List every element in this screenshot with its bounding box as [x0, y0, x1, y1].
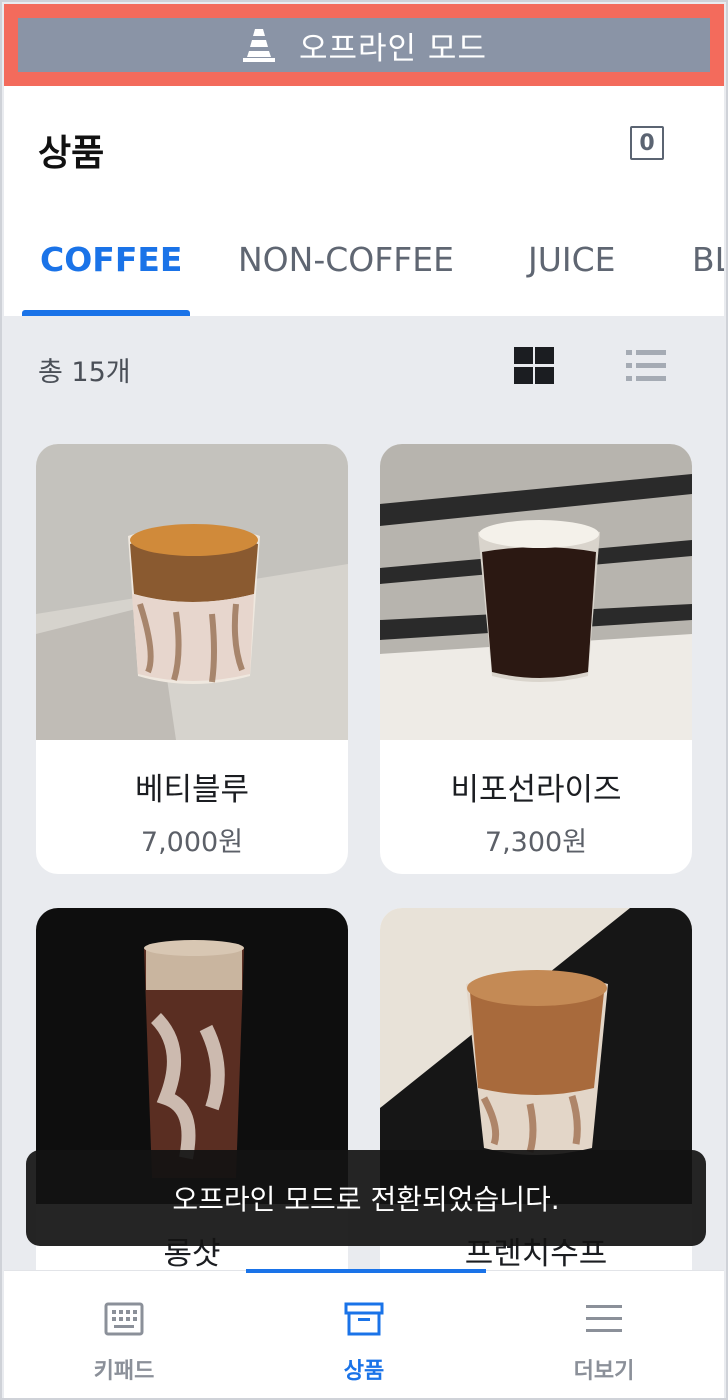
tab-non-coffee[interactable]: NON-COFFEE	[238, 240, 454, 279]
nav-label-keypad: 키패드	[93, 1359, 155, 1384]
menu-icon	[586, 1305, 622, 1332]
tab-coffee[interactable]: COFFEE	[40, 240, 182, 279]
list-view-icon[interactable]	[626, 348, 666, 384]
nav-label-more: 더보기	[573, 1359, 635, 1384]
tab-bl[interactable]: BL	[692, 240, 724, 279]
bottom-nav: 키패드 상품 더보기	[4, 1269, 724, 1398]
grid-view-icon[interactable]	[512, 346, 556, 386]
page-header: 상품 0	[4, 86, 724, 206]
offline-mode-bar[interactable]: 오프라인 모드	[18, 18, 710, 72]
product-price: 7,000원	[140, 827, 244, 858]
nav-item-more[interactable]: 더보기	[484, 1271, 724, 1398]
cart-count: 0	[639, 130, 655, 156]
nav-item-products[interactable]: 상품	[244, 1271, 484, 1398]
page-title: 상품	[38, 133, 105, 174]
product-price: 7,300원	[484, 827, 588, 858]
traffic-cone-icon	[243, 29, 275, 62]
cart-count-badge[interactable]: 0	[630, 126, 664, 160]
tab-juice[interactable]: JUICE	[528, 240, 616, 279]
active-tab-indicator	[22, 310, 190, 316]
product-image	[380, 444, 692, 740]
archive-box-icon	[344, 1302, 384, 1336]
nav-label-products: 상품	[343, 1359, 385, 1384]
product-name: 베티블루	[134, 772, 250, 808]
product-count: 총 15개	[38, 357, 131, 388]
nav-item-keypad[interactable]: 키패드	[4, 1271, 244, 1398]
product-card[interactable]: 비포선라이즈 7,300원	[380, 444, 692, 874]
product-card[interactable]: 베티블루 7,000원	[36, 444, 348, 874]
app-frame: 오프라인 모드 상품 0 COFFEE NON-COFFEE JUICE BL …	[0, 0, 728, 1400]
product-name: 비포선라이즈	[450, 772, 622, 808]
toast-message: 오프라인 모드로 전환되었습니다.	[26, 1150, 706, 1246]
keypad-icon	[104, 1302, 144, 1336]
category-tabs: COFFEE NON-COFFEE JUICE BL	[4, 206, 724, 316]
offline-banner: 오프라인 모드	[4, 4, 724, 86]
product-image	[36, 444, 348, 740]
offline-mode-label: 오프라인 모드	[299, 30, 487, 67]
toast-text: 오프라인 모드로 전환되었습니다.	[172, 1183, 560, 1216]
